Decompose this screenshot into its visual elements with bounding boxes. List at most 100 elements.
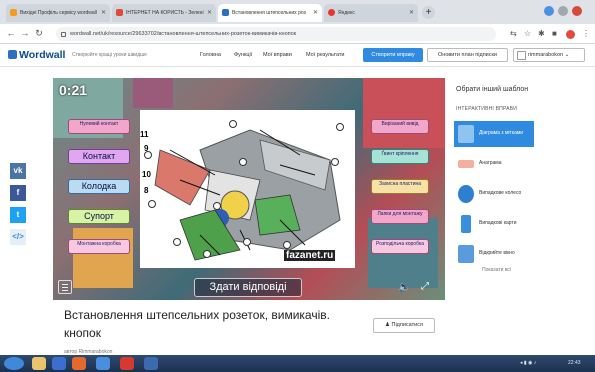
answer-label[interactable]: Контакт xyxy=(68,149,130,164)
chrome-icon[interactable] xyxy=(96,357,110,370)
maximize-icon[interactable] xyxy=(558,6,568,16)
drop-target[interactable] xyxy=(331,158,339,166)
timer: 0:21 xyxy=(59,82,88,98)
close-tab-icon[interactable]: ✕ xyxy=(101,9,106,16)
nav-features[interactable]: Функції xyxy=(234,52,252,58)
drop-target[interactable] xyxy=(213,202,221,210)
favicon-icon xyxy=(10,9,17,16)
nav-my-activities[interactable]: Мої вправи xyxy=(263,52,292,58)
subscribe-label: Підписатися xyxy=(391,322,423,328)
menu-dots-icon[interactable]: ⋮ xyxy=(582,29,590,38)
close-tab-icon[interactable]: ✕ xyxy=(313,9,318,16)
close-window-icon[interactable] xyxy=(572,6,582,16)
fullscreen-icon[interactable]: ⤢ xyxy=(421,281,429,292)
diagram-number: 8 xyxy=(144,186,149,195)
drop-target[interactable] xyxy=(144,151,152,159)
activity-stage: 0:21 11 9 10 8 fazanet.ru Нулевий контак… xyxy=(53,78,445,300)
avatar xyxy=(517,51,526,60)
drop-target[interactable] xyxy=(239,158,247,166)
drop-target[interactable] xyxy=(336,123,344,131)
browser-tab[interactable]: ІНТЕРНЕТ НА КОРИСТЬ - Зелені ✕ xyxy=(112,4,216,22)
upgrade-plan-button[interactable]: Оновити план підписки xyxy=(427,48,508,62)
address-bar-row: ← → ↻ wordwall.net/uk/resource/29633702/… xyxy=(0,24,595,44)
answer-label[interactable]: Супорт xyxy=(68,209,130,224)
vk-share-icon[interactable]: vk xyxy=(10,163,26,179)
drop-target[interactable] xyxy=(148,200,156,208)
forward-icon[interactable]: → xyxy=(20,28,30,38)
close-tab-icon[interactable]: ✕ xyxy=(409,9,414,16)
template-random-cards[interactable]: Випадкові карти xyxy=(454,211,534,237)
translate-icon[interactable]: ⇆ xyxy=(510,29,517,38)
activity-title: Встановлення штепсельних розеток, вимика… xyxy=(64,308,330,340)
explorer-icon[interactable] xyxy=(32,357,46,370)
drop-target[interactable] xyxy=(229,120,237,128)
watermark: fazanet.ru xyxy=(284,250,336,261)
template-random-wheel[interactable]: Випадкове колесо xyxy=(454,181,534,207)
browser-tab[interactable]: Яндекс ✕ xyxy=(324,4,418,22)
answer-label[interactable]: Нулевий контакт xyxy=(68,119,130,134)
url-field[interactable]: wordwall.net/uk/resource/29633702/встано… xyxy=(56,27,496,41)
panel-title: Обрати інший шаблон xyxy=(456,86,529,93)
minimize-icon[interactable] xyxy=(544,6,554,16)
answer-label[interactable]: Вирізаний вивід xyxy=(371,119,429,134)
taskbar: ◂ ▮ ◉ ♪ 22:43 xyxy=(0,355,595,372)
cards-icon xyxy=(461,215,471,233)
extension-icon[interactable]: ✱ xyxy=(538,29,545,38)
answer-label[interactable]: Ґвинт кріплення xyxy=(371,149,429,164)
facebook-share-icon[interactable]: f xyxy=(10,185,26,201)
template-panel: Обрати інший шаблон ІНТЕРАКТИВНІ ВПРАВИ … xyxy=(452,78,589,300)
decor-present xyxy=(363,78,445,148)
tray-icons[interactable]: ◂ ▮ ◉ ♪ xyxy=(520,360,536,366)
browser-tab-active[interactable]: Встановлення штепсельних роз ✕ xyxy=(218,4,322,22)
embed-icon[interactable]: </> xyxy=(10,229,26,245)
answer-label[interactable]: Лапки для монтажу xyxy=(371,209,429,224)
template-labelled-diagram[interactable]: Діаграма з мітками xyxy=(454,121,534,147)
template-label: Випадкове колесо xyxy=(479,190,522,196)
template-open-box[interactable]: Відкрийте вікно xyxy=(454,241,534,267)
start-button-icon[interactable] xyxy=(4,357,24,370)
app-icon[interactable] xyxy=(144,357,158,370)
answer-label[interactable]: Захисна пластина xyxy=(371,179,429,194)
twitter-share-icon[interactable]: t xyxy=(10,207,26,223)
diagram-number: 10 xyxy=(142,170,151,179)
nav-my-results[interactable]: Мої результати xyxy=(306,52,344,58)
browser-tab[interactable]: Вихідні Профіль сервісу wordwall ✕ xyxy=(6,4,110,22)
drop-target[interactable] xyxy=(173,238,181,246)
profile-icon[interactable] xyxy=(566,30,575,39)
user-menu[interactable]: rimmarabokon ⌄ xyxy=(513,48,585,62)
answer-label[interactable]: Розподільча коробка xyxy=(371,239,429,254)
activity-menu-icon[interactable] xyxy=(58,280,72,294)
template-anagram[interactable]: Анаграма xyxy=(454,151,534,177)
show-all-link[interactable]: Показати всі xyxy=(482,267,511,273)
answer-label[interactable]: Монтажна коробка xyxy=(68,239,130,254)
nav-home[interactable]: Головна xyxy=(200,52,221,58)
drop-target[interactable] xyxy=(283,241,291,249)
app-icon[interactable] xyxy=(72,357,86,370)
star-icon[interactable]: ☆ xyxy=(524,29,531,38)
drop-target[interactable] xyxy=(243,238,251,246)
username: rimmarabokon xyxy=(528,52,564,58)
opera-icon[interactable] xyxy=(120,357,134,370)
submit-answers-button[interactable]: Здати відповіді xyxy=(194,278,302,297)
wordwall-logo[interactable]: Wordwall xyxy=(8,49,65,61)
reload-icon[interactable]: ↻ xyxy=(34,28,44,39)
diagram-number: 11 xyxy=(140,130,149,139)
wordwall-logo-icon xyxy=(8,50,17,59)
create-activity-button[interactable]: Створити вправу xyxy=(363,48,423,62)
decor-present xyxy=(73,228,133,288)
drop-target[interactable] xyxy=(203,250,211,258)
subscribe-button[interactable]: ♟ Підписатися xyxy=(373,318,435,333)
new-tab-button[interactable]: + xyxy=(422,6,435,19)
back-icon[interactable]: ← xyxy=(6,28,16,38)
site-header: Wordwall Створюйте кращі уроки швидше Го… xyxy=(0,44,595,67)
sound-icon[interactable]: 🔈 xyxy=(398,282,410,293)
template-label: Анаграма xyxy=(479,160,502,166)
wheel-icon xyxy=(458,185,474,203)
answer-label[interactable]: Колодка xyxy=(68,179,130,194)
app-icon[interactable] xyxy=(52,357,66,370)
favicon-icon xyxy=(222,9,229,16)
tagline: Створюйте кращі уроки швидше xyxy=(72,52,147,58)
close-tab-icon[interactable]: ✕ xyxy=(207,9,212,16)
person-icon: ♟ xyxy=(385,322,390,328)
extension-icon[interactable]: ■ xyxy=(552,29,557,38)
